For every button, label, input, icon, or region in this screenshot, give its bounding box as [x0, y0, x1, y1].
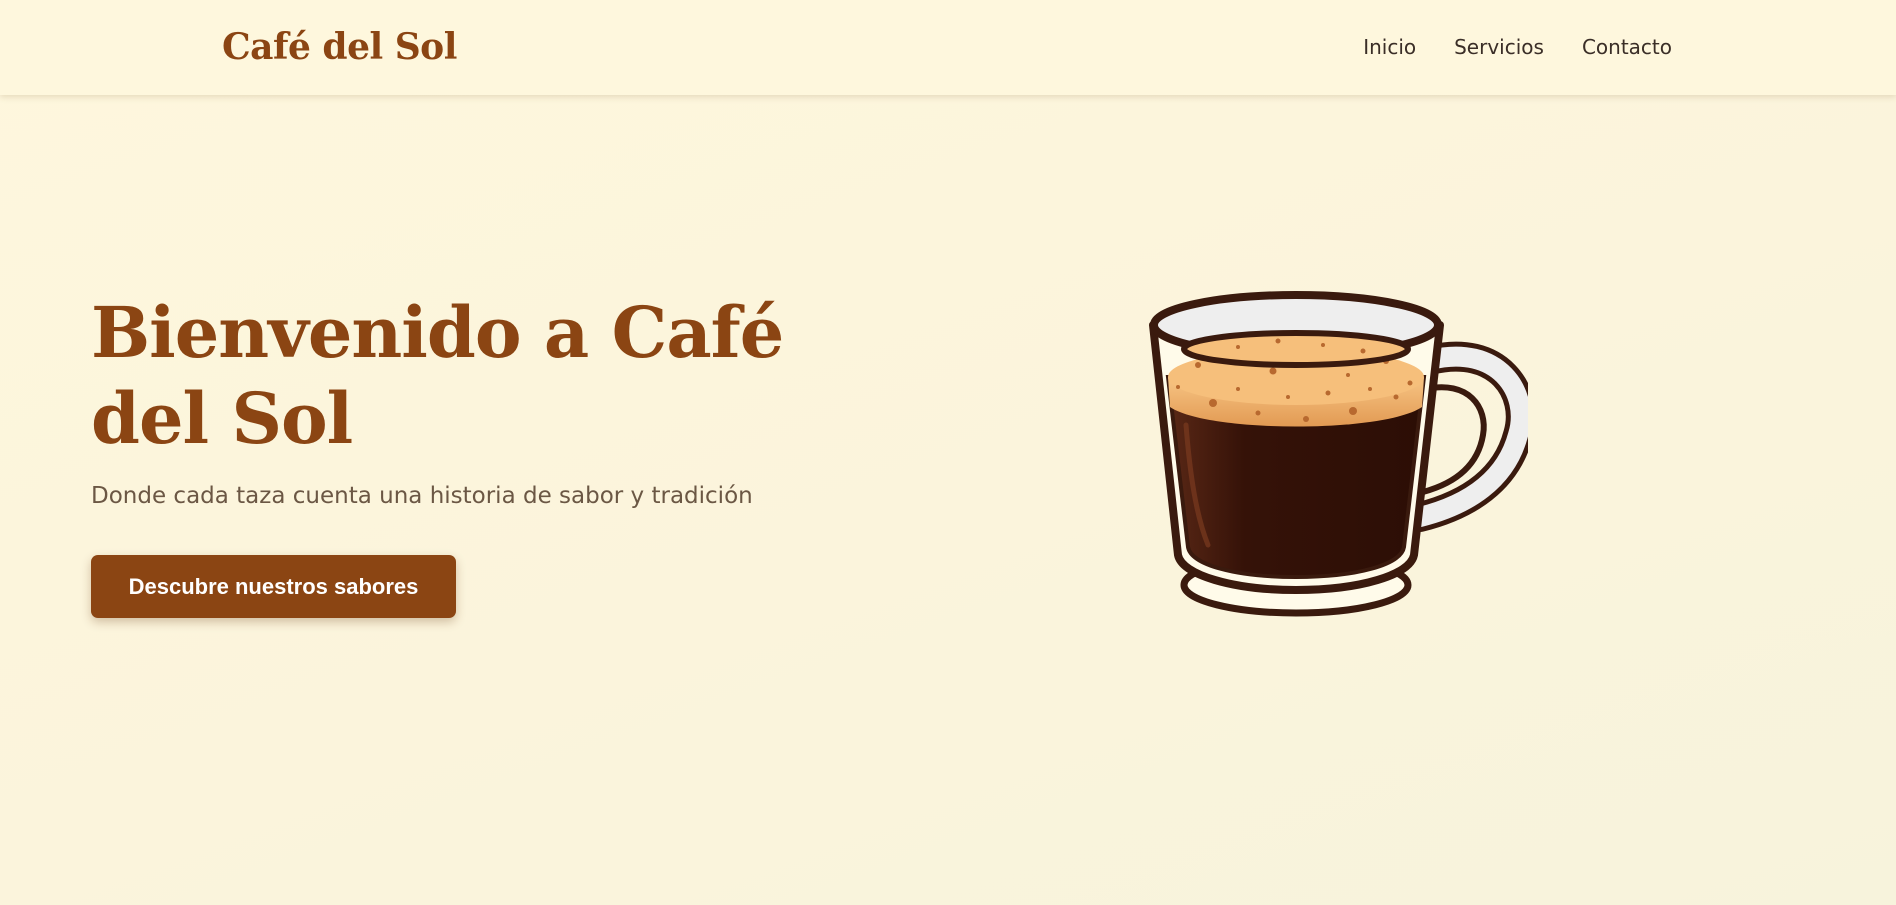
- nav-link-inicio[interactable]: Inicio: [1363, 35, 1416, 59]
- discover-flavors-button[interactable]: Descubre nuestros sabores: [91, 555, 456, 618]
- nav-item-servicios: Servicios: [1454, 32, 1544, 62]
- site-logo[interactable]: Café del Sol: [222, 22, 457, 72]
- nav-item-inicio: Inicio: [1363, 32, 1416, 62]
- hero-subtitle: Donde cada taza cuenta una historia de s…: [91, 483, 753, 509]
- hero-title: Bienvenido a Café del Sol: [91, 291, 784, 460]
- nav-item-contacto: Contacto: [1582, 32, 1672, 62]
- site-header: Café del Sol Inicio Servicios Contacto: [0, 0, 1896, 95]
- nav-link-contacto[interactable]: Contacto: [1582, 35, 1672, 59]
- coffee-mug-icon: [1138, 285, 1528, 625]
- main-nav: Inicio Servicios Contacto: [1363, 32, 1672, 62]
- nav-link-servicios[interactable]: Servicios: [1454, 35, 1544, 59]
